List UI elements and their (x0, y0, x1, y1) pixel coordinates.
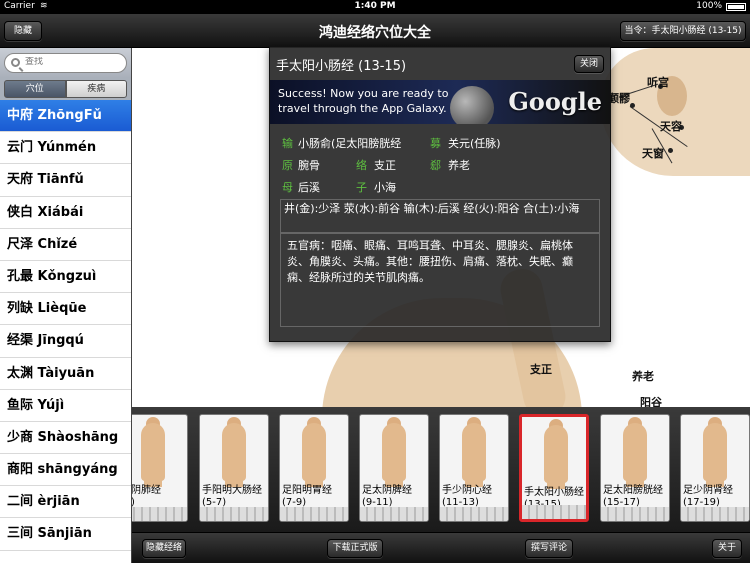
planet-icon (450, 86, 494, 124)
acupoint-label[interactable]: 天窗 (642, 145, 664, 161)
list-item[interactable]: 侠白 Xiábái (0, 197, 131, 229)
acupoint-dot[interactable] (630, 103, 635, 108)
acupoint-dot[interactable] (668, 148, 673, 153)
indications-text: 五官病：咽痛、眼痛、耳鸣耳聋、中耳炎、腮腺炎、扁桃体炎、角膜炎、头痛。其他：腰扭… (280, 233, 600, 327)
status-bar: Carrier ≋ 1:40 PM 100% (0, 0, 750, 14)
meridian-info-popover: 手太阳小肠经 (13-15) 关闭 Success! Now you are r… (269, 46, 611, 342)
meridian-thumbnail[interactable]: 足太阳膀胱经 (15-17) (600, 414, 670, 522)
point-info: 输 小肠俞(足太阳膀胱经 募 关元(任脉) 原 腕骨 络 支正 郄 养老 母 后… (280, 135, 600, 201)
meridian-thumbnail[interactable]: 足阳明胃经 (7-9) (279, 414, 349, 522)
list-item[interactable]: 二间 èrjiān (0, 486, 131, 519)
clock: 1:40 PM (354, 1, 396, 11)
meridian-thumbnail[interactable]: 手阳明大肠经 (5-7) (199, 414, 269, 522)
list-item[interactable]: 列缺 Lièqūe (0, 293, 131, 326)
info-row: 原 腕骨 络 支正 郄 养老 (282, 159, 470, 172)
acupoint-label[interactable]: 天容 (660, 118, 682, 134)
acupoint-label[interactable]: 支正 (530, 361, 552, 377)
acupoint-sidebar: 穴位 疾病 中府 ZhōngFǔ 云门 Yúnmén 天府 Tiānfǔ 侠白 … (0, 48, 132, 563)
current-meridian-button[interactable]: 当令：手太阳小肠经 (13-15) (620, 21, 746, 41)
download-full-version-button[interactable]: 下载正式版 (327, 539, 383, 558)
acupoint-label[interactable]: 养老 (632, 368, 654, 384)
meridian-thumbnail[interactable]: 手少阴心经 (11-13) (439, 414, 509, 522)
ad-banner[interactable]: Success! Now you are ready to travel thr… (270, 80, 610, 124)
acupoint-label[interactable]: 听宫 (647, 74, 669, 90)
search-bar (0, 48, 131, 78)
segment-acupoints[interactable]: 穴位 (4, 80, 66, 98)
meridian-thumbnail[interactable]: 足太阴脾经 (9-11) (359, 414, 429, 522)
acupoint-label[interactable]: 颧髎 (608, 90, 630, 106)
list-item[interactable]: 尺泽 Chǐzé (0, 229, 131, 261)
acupoint-label[interactable]: 阳谷 (640, 394, 662, 407)
info-row: 输 小肠俞(足太阳膀胱经 募 关元(任脉) (282, 137, 501, 150)
about-button[interactable]: 关于 (712, 539, 742, 558)
google-logo: Google (508, 87, 602, 116)
list-item[interactable]: 云门 Yúnmén (0, 132, 131, 165)
search-field[interactable] (4, 53, 127, 73)
nav-bar: 隐藏 鸿迪经络穴位大全 当令：手太阳小肠经 (13-15) (0, 14, 750, 48)
meridian-thumbnails: 太阴肺经-5) 手阳明大肠经(5-7) 足阳明胃经(7-9) 足太阴脾经(9-1… (132, 407, 750, 532)
bottom-toolbar: 隐藏经络 下载正式版 撰写评论 关于 (132, 532, 750, 563)
list-item[interactable]: 孔最 Kǒngzuì (0, 261, 131, 294)
battery-icon (726, 3, 746, 11)
list-item[interactable]: 鱼际 Yújì (0, 390, 131, 422)
popover-title: 手太阳小肠经 (13-15) (276, 59, 407, 74)
info-row: 母 后溪 子 小海 (282, 181, 396, 194)
search-input[interactable] (25, 57, 120, 67)
segment-control: 穴位 疾病 (0, 78, 131, 100)
five-shu-points: 井(金):少泽 荥(水):前谷 输(木):后溪 经(火):阳谷 合(土):小海 (280, 199, 600, 233)
list-item[interactable]: 太渊 Tàiyuān (0, 358, 131, 390)
meridian-thumbnail[interactable]: 足少阴肾经 (17-19) (680, 414, 750, 522)
list-item[interactable]: 经渠 Jīngqú (0, 325, 131, 358)
list-item[interactable]: 中府 ZhōngFǔ (0, 100, 131, 133)
ad-text: Success! Now you are ready to travel thr… (278, 87, 449, 115)
write-review-button[interactable]: 撰写评论 (525, 539, 573, 558)
meridian-thumbnail[interactable]: 太阴肺经-5) (132, 414, 188, 522)
battery-percent: 100% (696, 1, 722, 11)
segment-diseases[interactable]: 疾病 (65, 80, 127, 98)
meridian-thumbnail-selected[interactable]: 手太阳小肠经(13-15) (519, 414, 589, 522)
list-item[interactable]: 少商 Shàoshāng (0, 422, 131, 455)
search-icon (11, 58, 20, 67)
list-item[interactable]: 商阳 shāngyáng (0, 454, 131, 487)
list-item[interactable]: 天府 Tiānfǔ (0, 164, 131, 197)
list-item[interactable]: 三间 Sānjiān (0, 518, 131, 551)
close-button[interactable]: 关闭 (574, 55, 604, 73)
hide-meridian-button[interactable]: 隐藏经络 (142, 539, 186, 558)
